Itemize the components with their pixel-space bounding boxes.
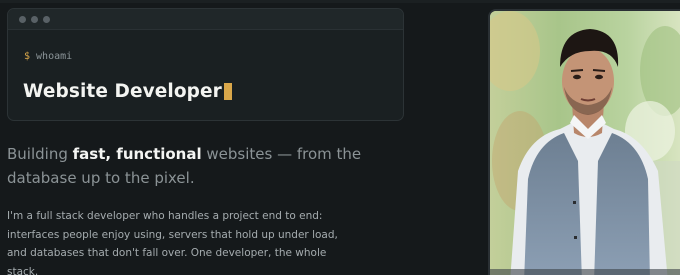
window-dot-icon [31, 16, 38, 23]
page-title: Website Developer [23, 80, 232, 104]
bio-paragraph: I'm a full stack developer who handles a… [7, 210, 338, 275]
terminal-command: whoami [36, 51, 73, 62]
prompt-symbol: $ [24, 51, 31, 62]
window-dot-icon [19, 16, 26, 23]
window-dot-icon [43, 16, 50, 23]
terminal-prompt: $ whoami [24, 51, 72, 62]
title-text: Website Developer [23, 81, 222, 102]
profile-photo-illustration [490, 11, 680, 275]
block-cursor-icon [223, 83, 232, 100]
headline-emphasis: fast, functional [72, 145, 202, 163]
profile-photo [488, 9, 680, 275]
headline-lead: Building [7, 145, 73, 163]
terminal-card: $ whoami Website Developer [7, 8, 404, 121]
hero-headline: Building fast, functional websites — fro… [7, 142, 367, 190]
terminal-titlebar [8, 9, 403, 30]
top-edge [0, 0, 680, 3]
